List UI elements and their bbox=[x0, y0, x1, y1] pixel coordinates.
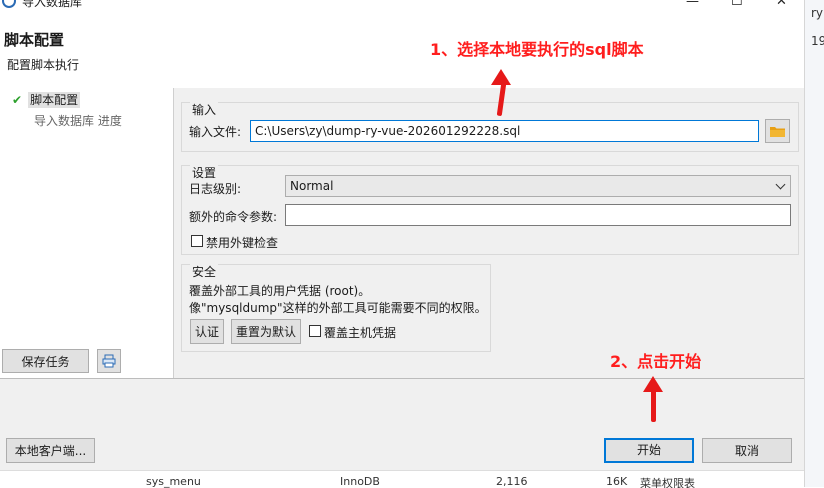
security-text-2: 像"mysqldump"这样的外部工具可能需要不同的权限。 bbox=[189, 301, 487, 315]
log-level-value: Normal bbox=[290, 179, 334, 193]
title-bar: 导入数据库 — ☐ ✕ bbox=[0, 0, 804, 12]
page-subtitle: 配置脚本执行 bbox=[7, 58, 80, 72]
background-table-row: sys_menu InnoDB 2,116 16K 菜单权限表 bbox=[0, 470, 804, 488]
import-database-dialog: 导入数据库 — ☐ ✕ 脚本配置 配置脚本执行 ✔ 脚本配置 导入数据库 进度 保… bbox=[0, 0, 804, 470]
group-title-security: 安全 bbox=[190, 263, 219, 280]
extra-args-label: 额外的命令参数: bbox=[189, 210, 278, 224]
log-level-select[interactable]: Normal bbox=[285, 175, 791, 197]
background-cell: 2,116 bbox=[496, 475, 528, 488]
annotation-arrow-2-shaft bbox=[651, 390, 656, 422]
check-icon: ✔ bbox=[12, 93, 23, 107]
input-file-field[interactable]: C:\Users\zy\dump-ry-vue-202601292228.sql bbox=[250, 120, 759, 142]
override-host-checkbox[interactable] bbox=[309, 325, 321, 337]
log-level-label: 日志级别: bbox=[189, 182, 242, 196]
step-import-progress[interactable]: 导入数据库 进度 bbox=[34, 112, 122, 129]
security-group: 安全 覆盖外部工具的用户凭据 (root)。 像"mysqldump"这样的外部… bbox=[181, 263, 491, 352]
background-cell: 16K bbox=[606, 475, 628, 488]
local-client-button[interactable]: 本地客户端... bbox=[6, 438, 95, 463]
cancel-button[interactable]: 取消 bbox=[702, 438, 792, 463]
page-title: 脚本配置 bbox=[4, 31, 65, 49]
background-cell: 菜单权限表 bbox=[640, 477, 695, 488]
input-file-label: 输入文件: bbox=[189, 125, 242, 139]
step-label: 脚本配置 bbox=[28, 92, 81, 108]
footer: 本地客户端... 开始 取消 bbox=[0, 379, 804, 470]
close-icon[interactable]: ✕ bbox=[776, 0, 787, 9]
auth-button[interactable]: 认证 bbox=[190, 319, 224, 344]
background-text: 192 bbox=[811, 34, 824, 48]
print-button[interactable] bbox=[97, 349, 121, 373]
annotation-step2: 2、点击开始 bbox=[610, 352, 702, 371]
background-text: ry bbox=[811, 6, 824, 20]
save-task-button[interactable]: 保存任务 bbox=[2, 349, 89, 373]
browse-button[interactable] bbox=[765, 119, 790, 143]
background-cell: InnoDB bbox=[340, 475, 380, 488]
group-title-settings: 设置 bbox=[190, 164, 219, 181]
disable-fk-checkbox[interactable] bbox=[191, 235, 203, 247]
maximize-icon[interactable]: ☐ bbox=[731, 0, 743, 9]
settings-group: 设置 日志级别: Normal 额外的命令参数: 禁用外键检查 bbox=[181, 164, 799, 255]
reset-default-button[interactable]: 重置为默认 bbox=[231, 319, 301, 344]
extra-args-field[interactable] bbox=[285, 204, 791, 226]
steps-panel: ✔ 脚本配置 导入数据库 进度 保存任务 bbox=[0, 88, 173, 378]
app-icon bbox=[2, 0, 16, 8]
disable-fk-label: 禁用外键检查 bbox=[206, 236, 279, 250]
input-group: 输入 输入文件: C:\Users\zy\dump-ry-vue-2026012… bbox=[181, 101, 799, 152]
step-script-config[interactable]: ✔ 脚本配置 bbox=[12, 91, 81, 108]
override-host-label: 覆盖主机凭据 bbox=[324, 326, 397, 340]
start-button[interactable]: 开始 bbox=[604, 438, 694, 463]
chevron-down-icon bbox=[775, 179, 786, 190]
annotation-step1: 1、选择本地要执行的sql脚本 bbox=[430, 40, 644, 59]
window-title: 导入数据库 bbox=[22, 0, 83, 9]
minimize-icon[interactable]: — bbox=[686, 0, 699, 9]
config-panel: 输入 输入文件: C:\Users\zy\dump-ry-vue-2026012… bbox=[174, 88, 804, 378]
background-window-strip: ry 192 bbox=[804, 0, 824, 487]
security-text-1: 覆盖外部工具的用户凭据 (root)。 bbox=[189, 284, 371, 298]
folder-icon bbox=[770, 127, 785, 137]
background-cell: sys_menu bbox=[146, 475, 201, 488]
group-title-input: 输入 bbox=[190, 101, 219, 118]
printer-icon bbox=[102, 354, 116, 368]
